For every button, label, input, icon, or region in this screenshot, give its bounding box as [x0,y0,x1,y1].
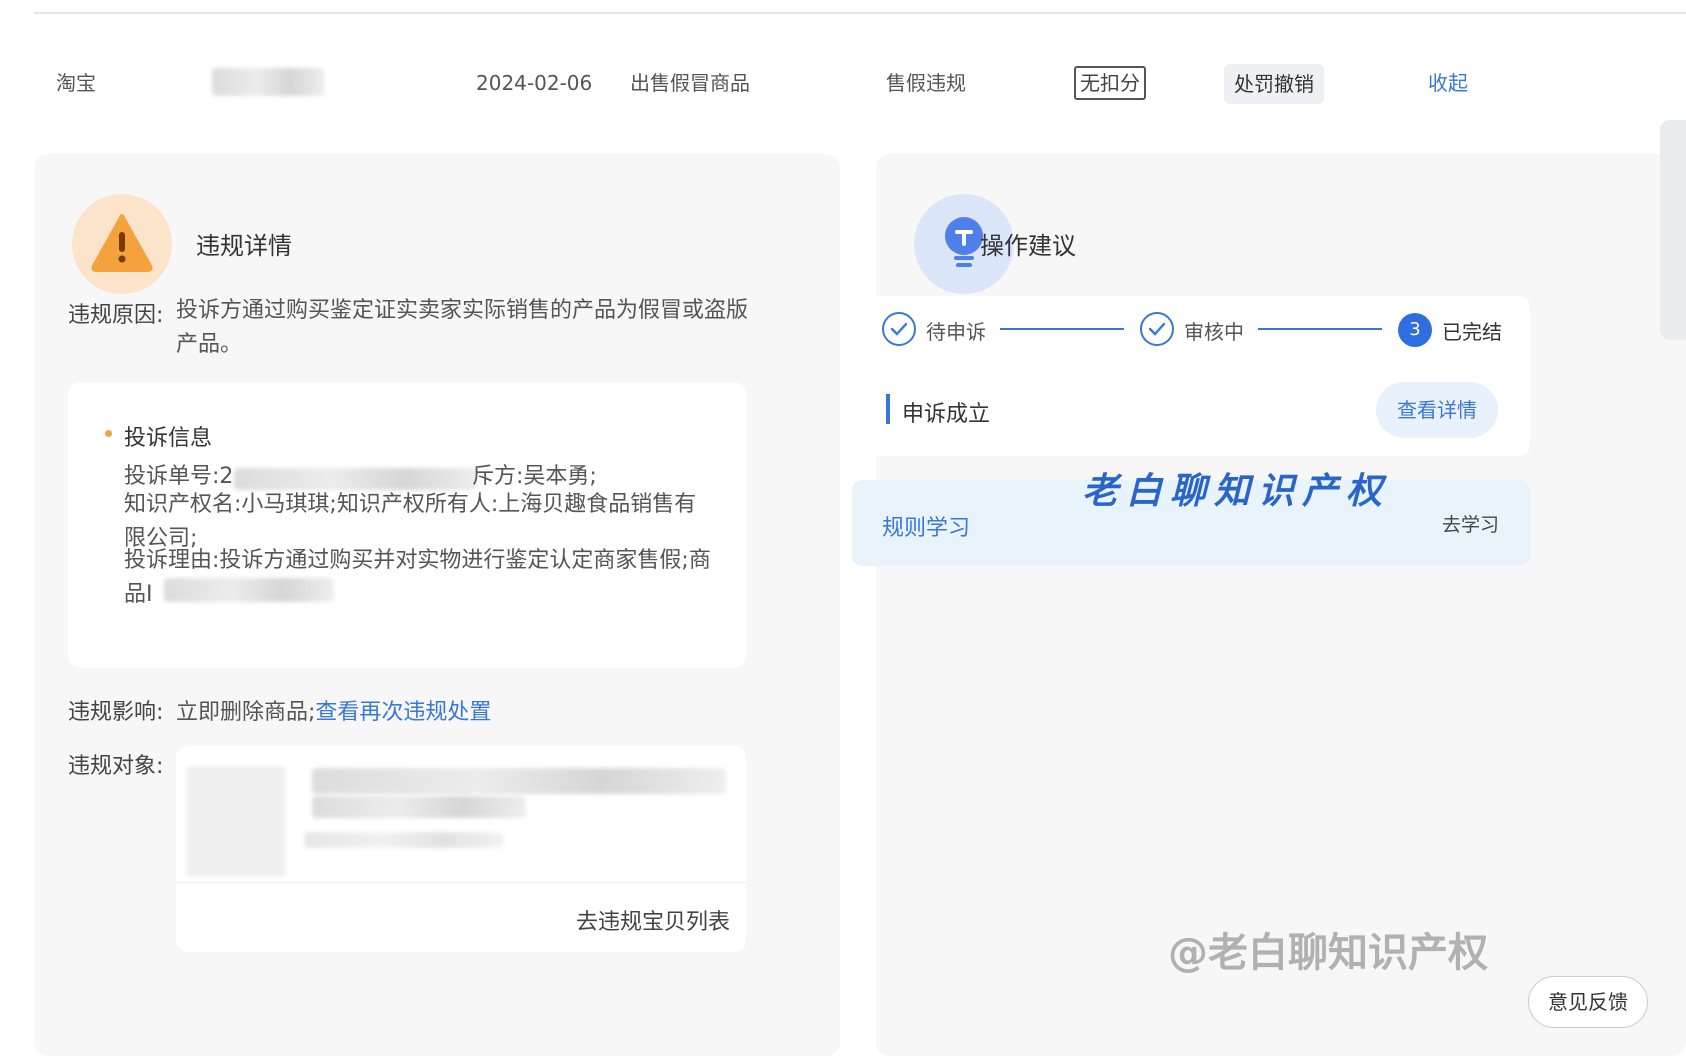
bullet-dot [105,430,112,437]
reason-label: 违规原因: [68,303,164,328]
step-pending-appeal: 待申诉 [926,320,986,344]
view-details-button[interactable]: 查看详情 [1376,382,1498,438]
violation-date: 2024-02-06 [476,71,593,95]
redacted-product-id [164,578,334,602]
redacted-product-title [312,768,726,794]
top-divider [34,12,1686,14]
complaint-info-card: 投诉信息 投诉单号:2 斥方:吴本勇; 知识产权名:小马琪琪;知识产权所有人:上… [68,382,746,668]
impact-text: 立即删除商品; [176,700,316,725]
object-label: 违规对象: [68,754,164,779]
view-repeat-violation-link[interactable]: 查看再次违规处置 [315,700,491,725]
rule-study-label: 规则学习 [882,516,971,541]
redacted-complaint-number [234,468,478,490]
feedback-button[interactable]: 意见反馈 [1528,976,1648,1028]
panel-title: 操作建议 [980,232,1076,260]
step-done-icon [882,312,916,346]
step-completed: 已完结 [1442,320,1502,344]
violation-name: 出售假冒商品 [630,71,750,95]
step-connector [1258,328,1382,330]
step-current-number: 3 [1398,313,1432,347]
deduction-tag: 无扣分 [1074,66,1146,100]
complaint-number-prefix: 投诉单号:2 [124,464,234,489]
panel-title: 违规详情 [196,232,292,260]
redacted-product-image[interactable] [186,766,286,876]
redacted-shop-name [212,68,324,96]
step-connector [1000,328,1124,330]
redacted-product-title-2 [312,796,526,818]
violation-summary-row: 淘宝 2024-02-06 出售假冒商品 售假违规 无扣分 处罚撤销 收起 [0,50,1686,116]
go-violation-list-link[interactable]: 去违规宝贝列表 [576,904,730,936]
platform-label: 淘宝 [56,71,96,95]
impact-label: 违规影响: [68,700,164,725]
result-accent-bar [886,394,890,424]
collapse-link[interactable]: 收起 [1428,50,1468,116]
status-badge: 处罚撤销 [1224,64,1324,104]
side-widget[interactable] [1660,120,1686,340]
impact-text-line: 立即删除商品;查看再次违规处置 [176,694,491,726]
violation-detail-panel: 违规详情 违规原因: 投诉方通过购买鉴定证实卖家实际销售的产品为假冒或盗版产品。… [34,154,840,1056]
appeal-progress-card: 待申诉 审核中 3 已完结 申诉成立 查看详情 [852,296,1530,456]
step-under-review: 审核中 [1184,320,1244,344]
violation-object-card: 去违规宝贝列表 [176,746,746,952]
watermark-text: 老白聊知识产权 [1082,470,1391,512]
step-done-icon [1140,312,1174,346]
card-divider [176,882,746,883]
appeal-result: 申诉成立 [902,402,991,427]
redacted-product-meta [304,832,504,848]
warning-icon [72,194,172,294]
go-study-link[interactable]: 去学习 [1442,510,1499,537]
reason-text: 投诉方通过购买鉴定证实卖家实际销售的产品为假冒或盗版产品。 [176,298,749,357]
weibo-watermark: @老白聊知识产权 [1168,930,1488,976]
violation-type: 售假违规 [886,71,966,95]
complaint-heading: 投诉信息 [124,426,213,451]
